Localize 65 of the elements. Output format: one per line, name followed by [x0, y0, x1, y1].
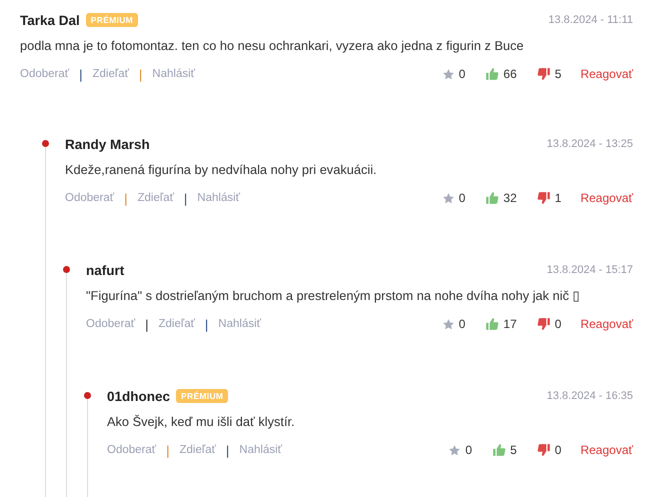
comment-text: Kdeže,ranená figurína by nedvíhala nohy pri evakuácii. [65, 161, 378, 179]
star-icon[interactable] [442, 318, 455, 330]
separator: | [124, 190, 128, 206]
separator: | [166, 442, 170, 458]
star-count: 0 [458, 67, 466, 81]
dislike-count: 5 [554, 67, 562, 81]
bullet-dot [84, 392, 91, 399]
like-count: 17 [503, 317, 517, 331]
like-count: 5 [510, 443, 517, 457]
author-name[interactable]: Randy Marsh [65, 136, 150, 152]
comment-text: Ako Švejk, keď mu išli dať klystír. [107, 413, 296, 431]
bullet-dot [42, 140, 49, 147]
thumbs-up-icon[interactable] [485, 317, 500, 331]
action-link[interactable]: Nahlásiť [239, 444, 282, 456]
bullet-dot [63, 266, 70, 273]
premium-badge: PRÉMIUM [86, 13, 138, 27]
action-link[interactable]: Zdieľať [137, 192, 174, 204]
like-count: 66 [503, 67, 517, 81]
star-icon[interactable] [442, 192, 455, 204]
action-link[interactable]: Nahlásiť [152, 68, 195, 80]
star-count: 0 [458, 191, 466, 205]
action-link[interactable]: Odoberať [65, 192, 114, 204]
separator: | [204, 316, 208, 332]
thumbs-down-icon[interactable] [536, 317, 551, 331]
comment-date: 13.8.2024 - 16:35 [546, 390, 633, 402]
comment-date: 13.8.2024 - 13:25 [546, 138, 633, 150]
action-link[interactable]: Odoberať [20, 68, 70, 80]
star-icon[interactable] [448, 444, 462, 456]
dislike-count: 0 [554, 317, 562, 331]
separator: | [145, 316, 148, 332]
comment-text: "Figurína" s dostrieľaným bruchom a prestreleným prstom na nohe dvíha nohy jak nič ▯ [86, 287, 581, 305]
thumbs-up-icon[interactable] [492, 443, 506, 457]
dislike-count: 1 [554, 191, 562, 205]
separator: | [79, 66, 82, 82]
dislike-count: 0 [554, 443, 562, 457]
premium-badge: PRÉMIUM [176, 389, 228, 403]
thumbs-up-icon[interactable] [485, 67, 500, 81]
action-link[interactable]: Zdieľať [179, 444, 216, 456]
comment-date: 13.8.2024 - 15:17 [546, 264, 633, 276]
thumbs-up-icon[interactable] [485, 191, 500, 205]
separator: | [184, 190, 188, 206]
separator: | [226, 442, 230, 458]
author-name[interactable]: Tarka Dal [20, 12, 80, 28]
reply-link[interactable]: Reagovať [580, 191, 633, 205]
author-name[interactable]: nafurt [86, 262, 124, 278]
comment-text: podla mna je to fotomontaz. ten co ho nesu ochrankari, vyzera ako jedna z figurin z Buce [20, 37, 525, 55]
reply-link[interactable]: Reagovať [580, 317, 633, 331]
action-link[interactable]: Odoberať [86, 318, 136, 330]
thumbs-down-icon[interactable] [536, 67, 551, 81]
action-link[interactable]: Zdieľať [158, 318, 195, 330]
action-link[interactable]: Nahlásiť [218, 318, 261, 330]
reply-link[interactable]: Reagovať [580, 67, 633, 81]
thumbs-down-icon[interactable] [536, 191, 551, 205]
action-link[interactable]: Zdieľať [92, 68, 129, 80]
star-count: 0 [465, 443, 472, 457]
comment-date: 13.8.2024 - 11:11 [548, 14, 633, 26]
action-link[interactable]: Nahlásiť [197, 192, 240, 204]
author-name[interactable]: 01dhonec [107, 388, 170, 404]
star-count: 0 [458, 317, 466, 331]
star-icon[interactable] [442, 68, 455, 80]
action-link[interactable]: Odoberať [107, 444, 156, 456]
like-count: 32 [503, 191, 517, 205]
reply-link[interactable]: Reagovať [580, 443, 633, 457]
thumbs-down-icon[interactable] [536, 443, 551, 457]
separator: | [138, 66, 142, 82]
